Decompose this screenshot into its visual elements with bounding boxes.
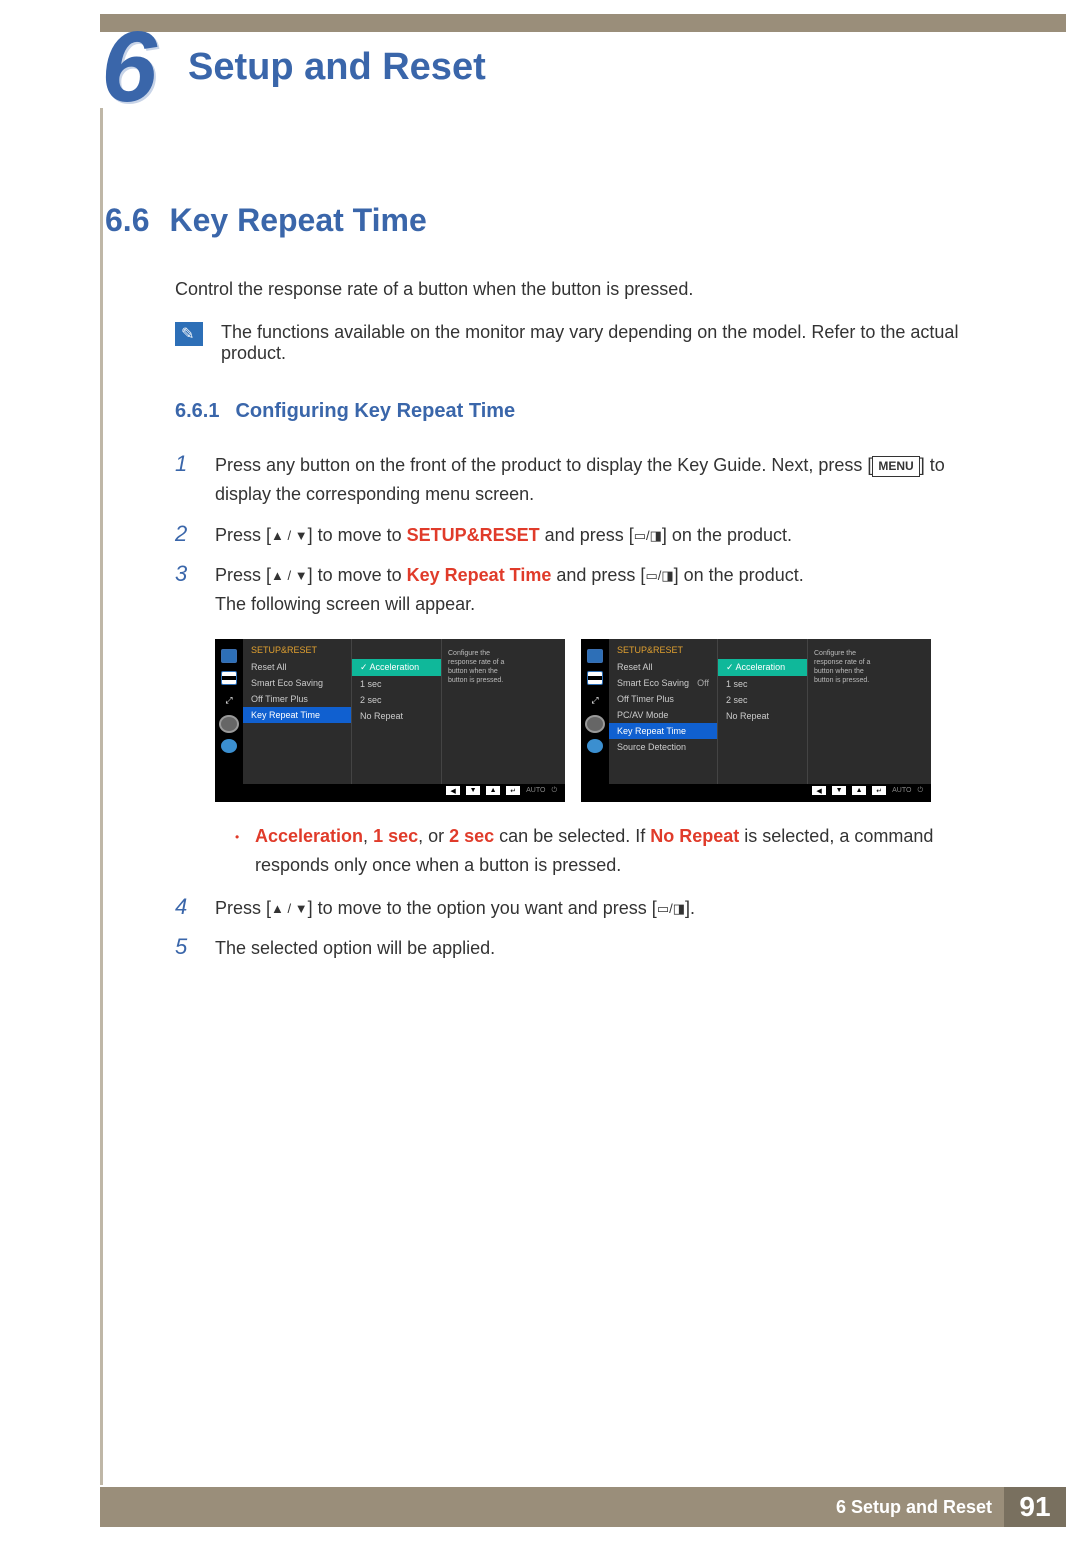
osd-footer: ◀ ▼ ▲ ↵ AUTO ⏻ [215,784,565,798]
up-icon: ▲ [486,786,500,795]
section-number: 6.6 [105,202,149,239]
enter-icon: ↵ [872,786,886,795]
menu-button-glyph: MENU [872,456,919,477]
note-icon [175,322,203,346]
down-icon: ▼ [832,786,846,795]
osd-item: Off Timer Plus [243,691,351,707]
step-3: 3 Press [▲ / ▼] to move to Key Repeat Ti… [175,561,975,619]
footer-chapter-title: Setup and Reset [851,1497,992,1517]
page-content: 6.6 Key Repeat Time Control the response… [0,112,1080,963]
list-icon [587,671,603,685]
osd-option-selected: Acceleration [352,659,441,676]
step-number: 2 [175,521,193,550]
step-text: Press [▲ / ▼] to move to the option you … [215,894,695,923]
chapter-header: 6 Setup and Reset [0,22,1080,112]
auto-label: AUTO [892,787,911,794]
osd-option: 2 sec [352,692,441,708]
up-down-icon: ▲ / ▼ [271,527,308,542]
options-bullet: Acceleration, 1 sec, or 2 sec can be sel… [255,822,975,880]
up-down-icon: ▲ / ▼ [271,900,308,915]
osd-description: Configure the response rate of a button … [441,639,521,784]
osd-description: Configure the response rate of a button … [807,639,887,784]
chapter-title: Setup and Reset [188,46,486,89]
osd-icon-column: ⤢ [215,639,243,784]
osd-item: Reset All [243,659,351,675]
enter-icon: ↵ [506,786,520,795]
step-text: Press [▲ / ▼] to move to Key Repeat Time… [215,561,804,619]
step-1: 1 Press any button on the front of the p… [175,451,975,509]
subsection-number: 6.6.1 [175,400,219,423]
step-text: Press [▲ / ▼] to move to SETUP&RESET and… [215,521,792,550]
enter-icon: ▭/◨ [657,900,685,915]
osd-item-selected: Key Repeat Time [243,707,351,723]
osd-option: 1 sec [718,676,807,692]
gear-icon [587,717,603,731]
osd-item-selected: Key Repeat Time [609,723,717,739]
power-icon: ⏻ [917,787,923,795]
osd-screenshot-pair: ⤢ SETUP&RESET Reset All Smart Eco Saving… [215,639,975,802]
section-heading: 6.6 Key Repeat Time [105,202,975,239]
osd-menu: SETUP&RESET Reset All Smart Eco SavingOf… [609,639,717,784]
step-4: 4 Press [▲ / ▼] to move to the option yo… [175,894,975,923]
list-icon [221,671,237,685]
step-number: 1 [175,451,193,509]
footer-chapter-num: 6 [836,1497,846,1517]
down-icon: ▼ [466,786,480,795]
step-number: 3 [175,561,193,619]
osd-option-selected: Acceleration [718,659,807,676]
note-row: The functions available on the monitor m… [175,322,975,364]
osd-icon-column: ⤢ [581,639,609,784]
step-list-2: 4 Press [▲ / ▼] to move to the option yo… [175,894,975,964]
info-icon [221,739,237,753]
power-icon: ⏻ [551,787,557,795]
osd-option: No Repeat [718,708,807,724]
osd-left: ⤢ SETUP&RESET Reset All Smart Eco Saving… [215,639,565,802]
subsection-heading: 6.6.1 Configuring Key Repeat Time [175,400,975,423]
size-icon: ⤢ [221,693,237,709]
osd-title: SETUP&RESET [609,645,717,659]
step-5: 5 The selected option will be applied. [175,934,975,963]
auto-label: AUTO [526,787,545,794]
step-number: 4 [175,894,193,923]
left-icon: ◀ [812,786,826,795]
left-margin-stripe [100,108,103,1485]
picture-icon [221,649,237,663]
section-intro: Control the response rate of a button wh… [175,279,975,300]
osd-option: 1 sec [352,676,441,692]
enter-icon: ▭/◨ [645,568,673,583]
gear-icon [221,717,237,731]
osd-menu: SETUP&RESET Reset All Smart Eco Saving O… [243,639,351,784]
osd-item: Source Detection [609,739,717,755]
osd-right: ⤢ SETUP&RESET Reset All Smart Eco Saving… [581,639,931,802]
osd-title: SETUP&RESET [243,645,351,659]
page-footer: 6 Setup and Reset 91 [100,1487,1066,1527]
picture-icon [587,649,603,663]
enter-icon: ▭/◨ [634,527,662,542]
step-text: Press any button on the front of the pro… [215,451,975,509]
osd-item: PC/AV Mode [609,707,717,723]
osd-submenu: Acceleration 1 sec 2 sec No Repeat [351,639,441,784]
osd-item: Off Timer Plus [609,691,717,707]
osd-option: 2 sec [718,692,807,708]
step-list: 1 Press any button on the front of the p… [175,451,975,619]
up-icon: ▲ [852,786,866,795]
osd-footer: ◀ ▼ ▲ ↵ AUTO ⏻ [581,784,931,798]
note-text: The functions available on the monitor m… [221,322,975,364]
osd-item: Smart Eco Saving [243,675,351,691]
info-icon [587,739,603,753]
osd-submenu: Acceleration 1 sec 2 sec No Repeat [717,639,807,784]
step-number: 5 [175,934,193,963]
chapter-number: 6 [90,22,168,112]
up-down-icon: ▲ / ▼ [271,568,308,583]
size-icon: ⤢ [587,693,603,709]
footer-page-number: 91 [1004,1487,1066,1527]
step-text: The selected option will be applied. [215,934,495,963]
subsection-title: Configuring Key Repeat Time [235,400,515,423]
osd-item: Smart Eco SavingOff [609,675,717,691]
osd-option: No Repeat [352,708,441,724]
left-icon: ◀ [446,786,460,795]
section-title: Key Repeat Time [169,202,426,239]
osd-item: Reset All [609,659,717,675]
step-2: 2 Press [▲ / ▼] to move to SETUP&RESET a… [175,521,975,550]
